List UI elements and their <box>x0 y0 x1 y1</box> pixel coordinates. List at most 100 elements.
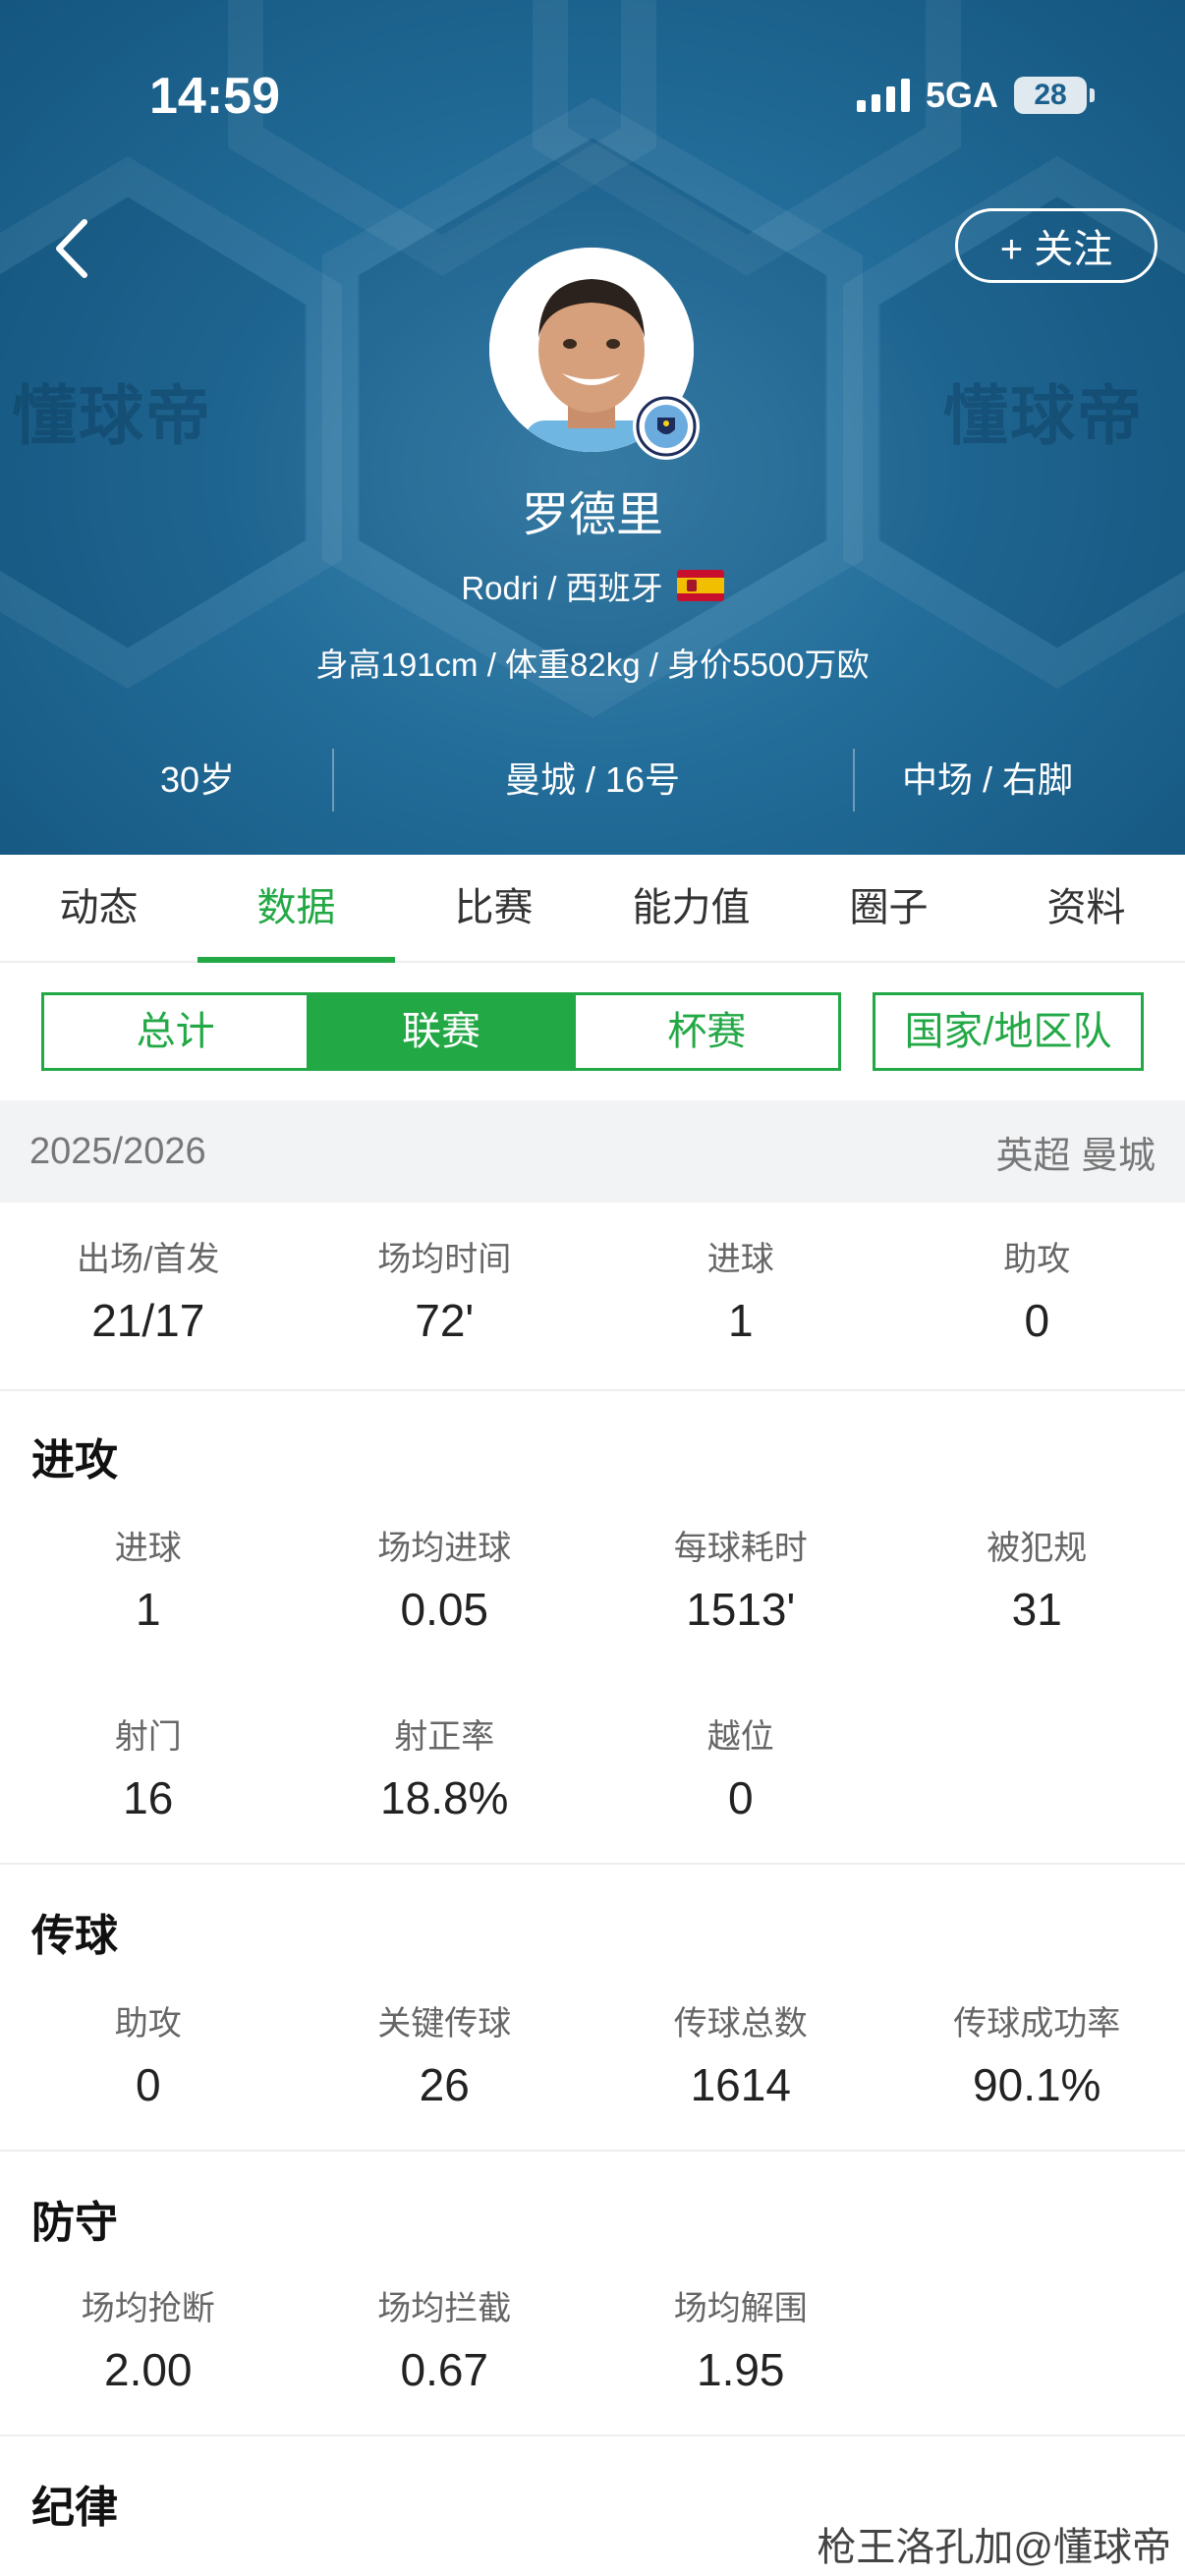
stat-value: 0.05 <box>400 1584 489 1635</box>
stat-value: 90.1% <box>973 2059 1101 2110</box>
player-english-name-country: Rodri / 西班牙 <box>461 570 663 606</box>
stat-value: 72' <box>415 1295 475 1346</box>
competition-segment: 总计 联赛 杯赛 <box>41 992 841 1071</box>
battery-icon: 28 <box>1014 77 1095 114</box>
stat-item: 传球总数 1614 <box>592 2000 889 2116</box>
signal-icon <box>856 79 910 112</box>
attack-stats-row1: 进球 1 场均进球 0.05 每球耗时 1513' 被犯规 31 <box>0 1525 1185 1641</box>
network-type: 5GA <box>925 75 998 115</box>
stat-item: 场均解围 1.95 <box>592 2285 889 2401</box>
section-divider <box>0 2150 1185 2152</box>
national-team-button[interactable]: 国家/地区队 <box>873 992 1144 1071</box>
stat-label: 场均拦截 <box>377 2290 512 2327</box>
stat-value: 0.67 <box>400 2344 489 2395</box>
passing-stats-row1: 助攻 0 关键传球 26 传球总数 1614 传球成功率 90.1% <box>0 2000 1185 2116</box>
segment-total[interactable]: 总计 <box>44 995 310 1068</box>
stat-value: 18.8% <box>380 1772 509 1823</box>
segment-league[interactable]: 联赛 <box>310 995 576 1068</box>
stat-label: 助攻 <box>114 2005 182 2043</box>
stat-value: 1 <box>727 1295 754 1346</box>
player-header: 懂球帝 懂球帝 14:59 5GA 28 + 关注 罗德里 Rodri / 西班… <box>0 0 1185 855</box>
stat-label: 场均解围 <box>673 2290 808 2327</box>
stat-item: 场均抢断 2.00 <box>0 2285 297 2401</box>
stat-label: 传球成功率 <box>953 2005 1121 2043</box>
season-year: 2025/2026 <box>29 1130 206 1172</box>
club-badge-icon <box>633 393 700 460</box>
watermark-right: 懂球帝 <box>943 379 1144 452</box>
stat-label: 场均进球 <box>377 1530 512 1567</box>
section-divider <box>0 1389 1185 1391</box>
status-icons: 5GA 28 <box>856 75 1095 116</box>
section-divider <box>0 2435 1185 2436</box>
back-arrow-icon[interactable] <box>49 214 92 283</box>
defense-stats-row1: 场均抢断 2.00 场均拦截 0.67 场均解围 1.95 <box>0 2285 1185 2401</box>
stat-label: 进球 <box>706 1241 774 1278</box>
stat-item-empty <box>889 1713 1185 1829</box>
stat-label: 助攻 <box>1003 1241 1071 1278</box>
battery-level: 28 <box>1034 79 1067 111</box>
stat-item: 进球 1 <box>0 1525 297 1641</box>
section-divider <box>0 1863 1185 1865</box>
tab-ability[interactable]: 能力值 <box>592 855 790 961</box>
stat-value: 1614 <box>690 2059 791 2110</box>
player-info-row: 30岁 曼城 / 16号 中场 / 右脚 <box>0 749 1185 812</box>
player-body-info: 身高191cm / 体重82kg / 身价5500万欧 <box>315 646 870 683</box>
stat-value: 16 <box>123 1772 174 1823</box>
player-club-number[interactable]: 曼城 / 16号 <box>395 749 790 812</box>
stat-item: 被犯规 31 <box>889 1525 1185 1641</box>
stat-item: 传球成功率 90.1% <box>889 2000 1185 2116</box>
stat-label: 射门 <box>114 1718 182 1756</box>
stat-value: 0 <box>727 1772 754 1823</box>
stat-item: 场均进球 0.05 <box>297 1525 593 1641</box>
tab-feed[interactable]: 动态 <box>0 855 198 961</box>
attack-stats-row2: 射门 16 射正率 18.8% 越位 0 <box>0 1713 1185 1829</box>
stat-value: 1513' <box>686 1584 796 1635</box>
stat-label: 进球 <box>114 1530 182 1567</box>
section-title-attack: 进攻 <box>31 1436 118 1484</box>
tab-profile[interactable]: 资料 <box>988 855 1185 961</box>
stat-item: 场均拦截 0.67 <box>297 2285 593 2401</box>
stat-label: 关键传球 <box>377 2005 512 2043</box>
stat-item-empty <box>889 2285 1185 2401</box>
tab-community[interactable]: 圈子 <box>790 855 988 961</box>
info-divider <box>332 749 334 812</box>
summary-stats: 出场/首发 21/17 场均时间 72' 进球 1 助攻 0 <box>0 1236 1185 1352</box>
tab-data[interactable]: 数据 <box>198 855 395 963</box>
follow-button[interactable]: + 关注 <box>955 208 1157 283</box>
stat-value: 0 <box>1024 1295 1050 1346</box>
profile-tabs: 动态 数据 比赛 能力值 圈子 资料 <box>0 855 1185 963</box>
watermark-left: 懂球帝 <box>12 379 212 452</box>
stat-item: 越位 0 <box>592 1713 889 1829</box>
stat-value: 31 <box>1011 1584 1062 1635</box>
stat-item: 场均时间 72' <box>297 1236 593 1352</box>
spain-flag-icon <box>676 570 724 601</box>
stat-item: 助攻 0 <box>0 2000 297 2116</box>
stat-item: 射正率 18.8% <box>297 1713 593 1829</box>
section-title-defense: 防守 <box>31 2199 118 2247</box>
player-name: 罗德里 <box>521 489 663 541</box>
stat-label: 场均时间 <box>377 1241 512 1278</box>
stat-value: 21/17 <box>91 1295 205 1346</box>
stat-label: 每球耗时 <box>673 1530 808 1567</box>
stat-value: 1.95 <box>696 2344 785 2395</box>
player-position-foot: 中场 / 右脚 <box>901 759 1073 800</box>
stat-item: 助攻 0 <box>889 1236 1185 1352</box>
stat-value: 26 <box>419 2059 470 2110</box>
stat-item: 出场/首发 21/17 <box>0 1236 297 1352</box>
tab-matches[interactable]: 比赛 <box>395 855 592 961</box>
stat-value: 2.00 <box>103 2344 193 2395</box>
player-subtitle: Rodri / 西班牙 <box>0 562 1185 609</box>
stat-item: 关键传球 26 <box>297 2000 593 2116</box>
stat-item: 进球 1 <box>592 1236 889 1352</box>
stat-value: 1 <box>135 1584 161 1635</box>
stat-label: 出场/首发 <box>77 1241 220 1278</box>
section-title-discipline: 纪律 <box>31 2484 118 2532</box>
season-competition: 英超 曼城 <box>995 1135 1156 1177</box>
stat-label: 场均抢断 <box>81 2290 215 2327</box>
season-bar[interactable]: 2025/2026 英超 曼城 <box>0 1100 1185 1203</box>
segment-cup[interactable]: 杯赛 <box>576 995 838 1068</box>
stat-label: 传球总数 <box>673 2005 808 2043</box>
watermark-credit: 枪王洛孔加@懂球帝 <box>817 2526 1171 2569</box>
stat-label: 射正率 <box>394 1718 495 1756</box>
player-age: 30岁 <box>159 759 236 800</box>
